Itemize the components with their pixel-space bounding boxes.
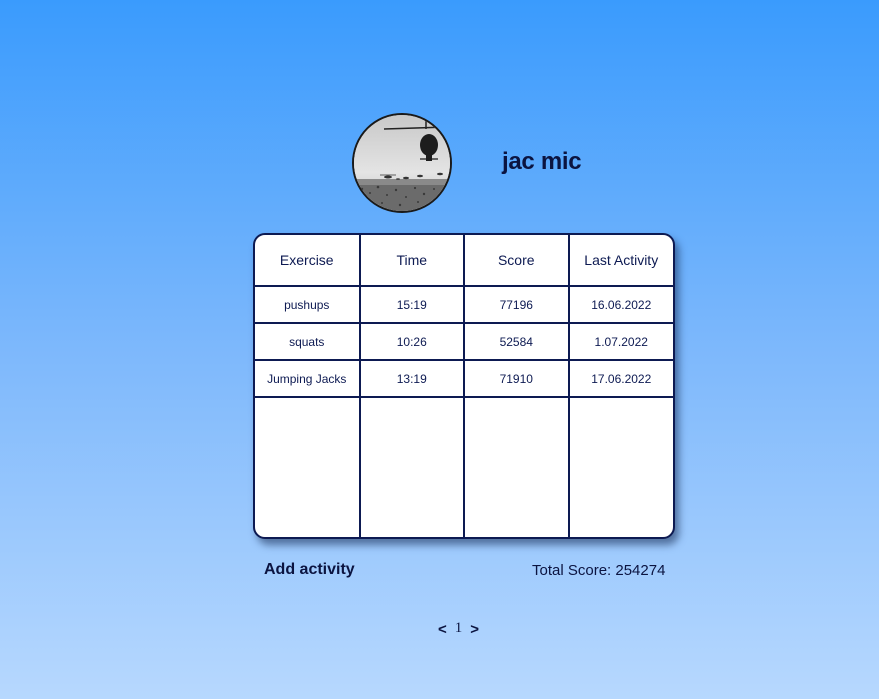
cell-time: 13:19 <box>358 359 465 398</box>
cell-exercise: pushups <box>255 285 361 324</box>
next-page-button[interactable]: > <box>470 619 479 637</box>
profile-avatar-container <box>352 113 452 213</box>
empty-cell <box>567 396 673 537</box>
avatar <box>352 113 452 213</box>
column-header-time[interactable]: Time <box>358 235 465 287</box>
table-row[interactable]: pushups 15:19 77196 16.06.2022 <box>255 285 673 324</box>
username: jac mic <box>502 148 582 175</box>
pagination: < 1 > <box>438 619 479 638</box>
activity-table-grid: Exercise Time Score Last Activity pushup… <box>255 235 673 537</box>
activity-table: Exercise Time Score Last Activity pushup… <box>253 233 675 539</box>
cell-last-activity: 17.06.2022 <box>567 359 673 398</box>
cell-exercise: Jumping Jacks <box>255 359 361 398</box>
cell-score: 52584 <box>463 322 570 361</box>
table-row[interactable]: squats 10:26 52584 1.07.2022 <box>255 322 673 361</box>
column-header-last-activity[interactable]: Last Activity <box>567 235 673 287</box>
cell-last-activity: 1.07.2022 <box>567 322 673 361</box>
column-header-exercise[interactable]: Exercise <box>255 235 361 287</box>
table-header-row: Exercise Time Score Last Activity <box>255 235 673 287</box>
total-score: Total Score: 254274 <box>532 562 666 579</box>
cell-time: 10:26 <box>358 322 465 361</box>
table-row[interactable]: Jumping Jacks 13:19 71910 17.06.2022 <box>255 359 673 398</box>
add-activity-button[interactable]: Add activity <box>264 561 355 579</box>
cell-last-activity: 16.06.2022 <box>567 285 673 324</box>
cell-score: 77196 <box>463 285 570 324</box>
current-page-number[interactable]: 1 <box>455 620 463 637</box>
table-empty-row <box>255 396 673 537</box>
column-header-score[interactable]: Score <box>463 235 570 287</box>
cell-exercise: squats <box>255 322 361 361</box>
empty-cell <box>463 396 570 537</box>
prev-page-button[interactable]: < <box>438 619 447 637</box>
empty-cell <box>358 396 465 537</box>
empty-cell <box>255 396 361 537</box>
cell-time: 15:19 <box>358 285 465 324</box>
helicopter-photo-icon <box>354 115 450 211</box>
cell-score: 71910 <box>463 359 570 398</box>
